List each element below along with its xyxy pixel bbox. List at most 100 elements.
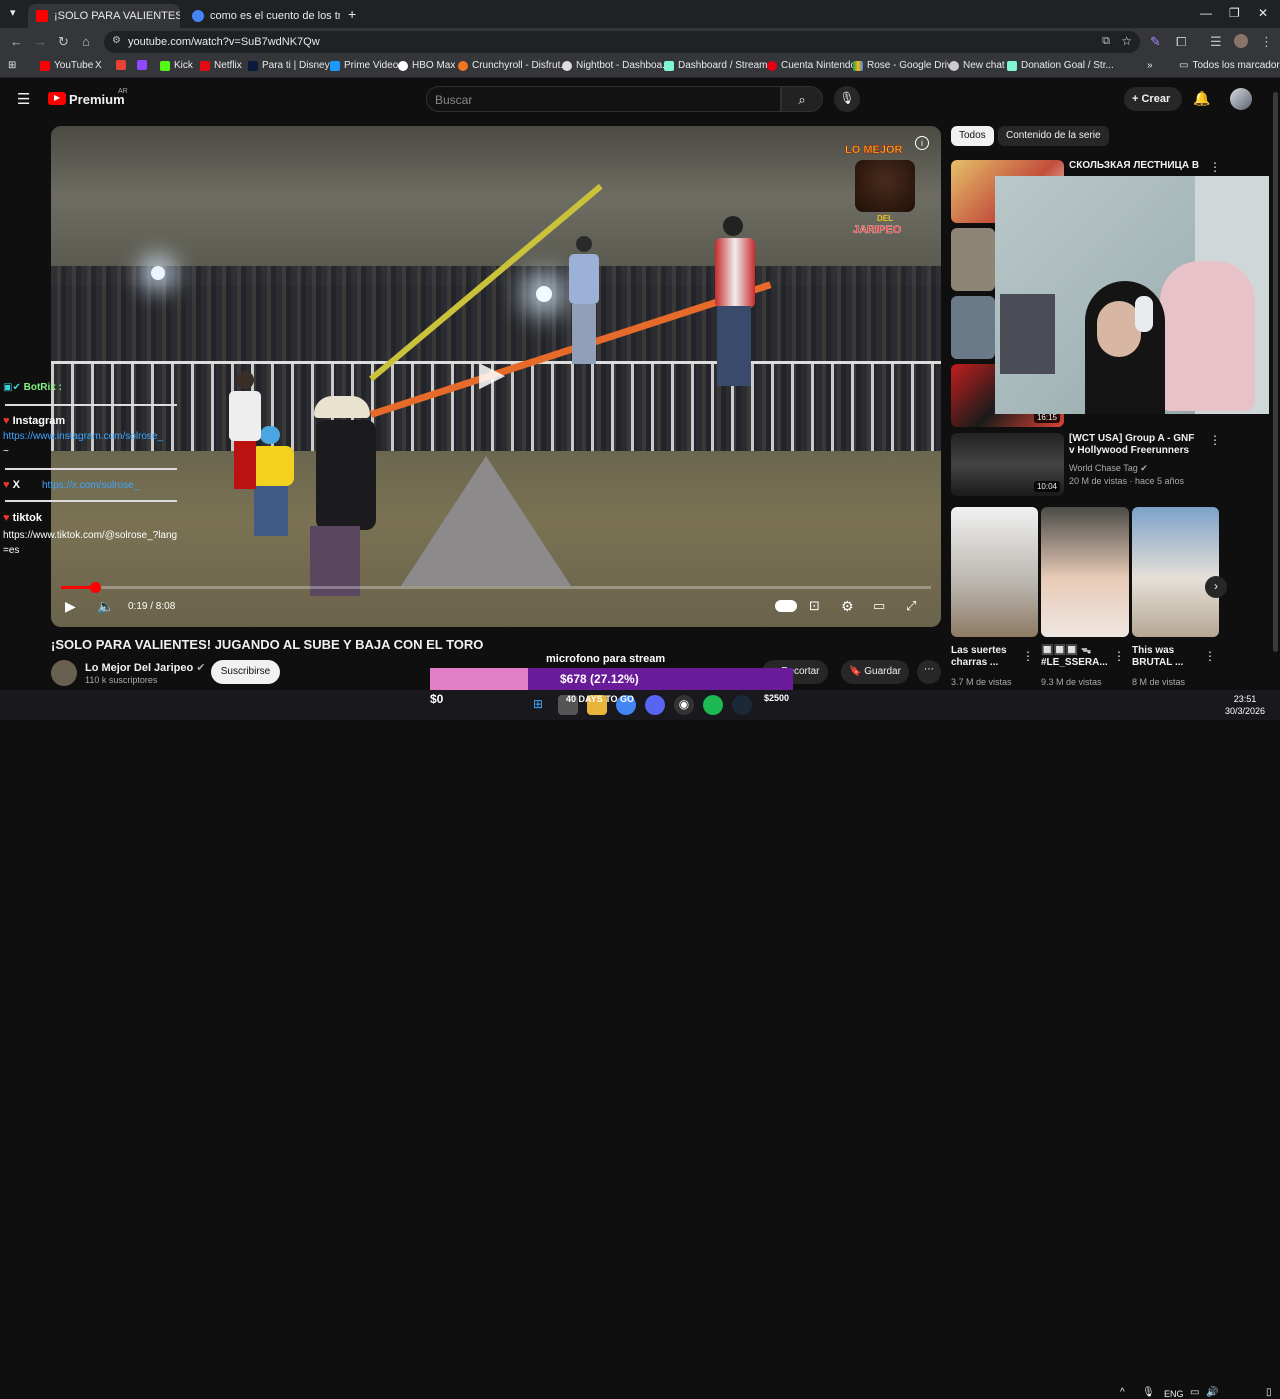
- more-vert-icon[interactable]: ⋮: [1113, 649, 1125, 663]
- back-icon[interactable]: ←: [10, 34, 23, 49]
- video-thumbnail[interactable]: 10:04: [951, 433, 1064, 496]
- center-play-icon[interactable]: ▶: [479, 354, 505, 394]
- volume-icon[interactable]: 🔈: [97, 598, 114, 615]
- bookmark-disney[interactable]: Para ti | Disney+: [248, 60, 335, 71]
- account-avatar[interactable]: [1230, 88, 1252, 110]
- search-button[interactable]: ⌕: [781, 86, 823, 112]
- fullscreen-icon[interactable]: ⤢: [906, 598, 916, 614]
- video-title-sidebar[interactable]: [WCT USA] Group A - GNF v Hollywood Free…: [1069, 433, 1199, 457]
- save-button[interactable]: 🔖 Guardar: [841, 660, 909, 684]
- chat-link-x[interactable]: https://x.com/solrose_: [42, 480, 139, 491]
- bookmark-prime-video[interactable]: Prime Video: [330, 60, 398, 71]
- forward-icon[interactable]: →: [34, 34, 47, 49]
- more-vert-icon[interactable]: ⋮: [1022, 649, 1034, 663]
- more-bookmarks-icon[interactable]: »: [1147, 60, 1153, 71]
- search-placeholder: Buscar: [435, 93, 473, 107]
- settings-gear-icon[interactable]: ⚙: [841, 598, 854, 615]
- steam-icon[interactable]: [732, 695, 752, 715]
- address-bar[interactable]: ⚙ youtube.com/watch?v=SuB7wdNK7Qw ⧉ ☆: [104, 31, 1140, 53]
- tray-chevron-icon[interactable]: ^: [1120, 1387, 1125, 1398]
- bookmark-x[interactable]: X: [95, 60, 102, 71]
- play-icon[interactable]: ▶: [65, 598, 76, 615]
- windows-start-icon[interactable]: ⊞: [528, 695, 548, 715]
- apps-grid-icon[interactable]: ⊞: [8, 60, 16, 71]
- install-app-icon[interactable]: ⧉: [1102, 35, 1110, 48]
- channel-name[interactable]: Lo Mejor Del Jaripeo ✔: [85, 661, 205, 674]
- minimize-icon[interactable]: —: [1200, 6, 1212, 20]
- chip-all[interactable]: Todos: [951, 126, 994, 146]
- bookmark-new-chat[interactable]: New chat: [949, 60, 1005, 71]
- next-arrow-icon[interactable]: ›: [1205, 576, 1227, 598]
- page-scrollbar[interactable]: [1273, 92, 1278, 652]
- extensions-icon[interactable]: ⧠: [1176, 34, 1186, 50]
- info-icon[interactable]: i: [915, 136, 929, 150]
- subscribe-button[interactable]: Suscribirse: [211, 660, 280, 684]
- bookmark-hbo-max[interactable]: HBO Max: [398, 60, 455, 71]
- progress-bar[interactable]: [61, 582, 931, 593]
- more-vert-icon[interactable]: ⋮: [1204, 649, 1216, 663]
- bookmark-netflix[interactable]: Netflix: [200, 60, 242, 71]
- create-button[interactable]: + Crear: [1124, 87, 1182, 111]
- miniplayer-icon[interactable]: ▭: [873, 598, 885, 614]
- home-icon[interactable]: ⌂: [82, 34, 90, 49]
- close-window-icon[interactable]: ✕: [1258, 6, 1268, 20]
- tab-groups-icon[interactable]: ☰: [1210, 34, 1222, 50]
- tab-google-search[interactable]: como es el cuento de los tres c ✕: [184, 4, 340, 28]
- video-title-sidebar[interactable]: СКОЛЬЗКАЯ ЛЕСТНИЦА В: [1069, 160, 1199, 172]
- browser-menu-icon[interactable]: ⋮: [1260, 34, 1273, 50]
- progress-scrubber[interactable]: [89, 582, 101, 593]
- bookmark-crunchyroll[interactable]: Crunchyroll - Disfrut...: [458, 60, 569, 71]
- bookmark-nintendo[interactable]: Cuenta Nintendo: [767, 60, 856, 71]
- voice-search-button[interactable]: 🎙: [834, 86, 860, 112]
- bookmark-donation-goal[interactable]: Donation Goal / Str...: [1007, 60, 1114, 71]
- hamburger-menu-icon[interactable]: ☰: [17, 90, 30, 108]
- profile-avatar[interactable]: [1234, 34, 1248, 48]
- short-thumbnail[interactable]: [1132, 507, 1219, 637]
- short-title[interactable]: This was BRUTAL ...: [1132, 645, 1204, 669]
- speaker-icon[interactable]: 🔊: [1206, 1387, 1218, 1398]
- channel-name-sidebar[interactable]: World Chase Tag ✔: [1069, 462, 1148, 474]
- all-bookmarks[interactable]: ▭Todos los marcadores: [1179, 60, 1280, 71]
- bookmark-nightbot[interactable]: Nightbot - Dashboa...: [562, 60, 671, 71]
- restore-icon[interactable]: ❐: [1229, 6, 1240, 20]
- tab-youtube-video[interactable]: ¡SOLO PARA VALIENTES! JUGAN ✕: [28, 4, 180, 28]
- video-thumbnail[interactable]: [951, 228, 995, 291]
- chat-link-tiktok[interactable]: https://www.tiktok.com/@solrose_?lang=es: [3, 528, 181, 558]
- notification-icon[interactable]: ▯: [1266, 1387, 1272, 1398]
- short-thumbnail[interactable]: [951, 507, 1038, 637]
- extension-pen-icon[interactable]: ✎: [1150, 34, 1161, 50]
- obs-icon[interactable]: ◉: [674, 695, 694, 715]
- subtitles-icon[interactable]: ⊡: [809, 598, 820, 614]
- short-title[interactable]: 🔲🔲🔲 ᯓ #LE_SSERA...: [1041, 645, 1113, 669]
- chip-series-content[interactable]: Contenido de la serie: [998, 126, 1109, 146]
- bookmark-gmail[interactable]: [116, 60, 130, 70]
- search-input[interactable]: Buscar: [426, 86, 781, 112]
- video-thumbnail[interactable]: [951, 296, 995, 359]
- autoplay-toggle[interactable]: [775, 600, 797, 612]
- site-info-icon[interactable]: ⚙: [112, 35, 121, 46]
- tray-mic-icon[interactable]: 🎙: [1142, 1387, 1155, 1398]
- short-thumbnail[interactable]: [1041, 507, 1129, 637]
- chat-link-instagram[interactable]: https://www.instagram.com/solrose_: [3, 431, 163, 442]
- more-actions-button[interactable]: ⋯: [917, 660, 941, 684]
- system-clock[interactable]: 23:51 30/3/2026: [1225, 693, 1265, 717]
- short-title[interactable]: Las suertes charras ...: [951, 645, 1023, 669]
- language-indicator[interactable]: ENG: [1164, 1389, 1184, 1399]
- bookmark-kick[interactable]: Kick: [160, 60, 193, 71]
- bookmark-streamlabs[interactable]: Dashboard / Stream...: [664, 60, 776, 71]
- new-tab-icon[interactable]: +: [348, 6, 356, 22]
- notifications-bell-icon[interactable]: 🔔: [1193, 90, 1210, 107]
- bookmark-star-icon[interactable]: ☆: [1121, 34, 1132, 48]
- bookmark-twitch[interactable]: [137, 60, 151, 70]
- more-vert-icon[interactable]: ⋮: [1209, 160, 1221, 174]
- more-vert-icon[interactable]: ⋮: [1209, 433, 1221, 447]
- tab-search-icon[interactable]: ▾: [10, 6, 16, 19]
- bookmark-google-drive[interactable]: Rose - Google Drive: [853, 60, 958, 71]
- discord-icon[interactable]: [645, 695, 665, 715]
- bookmark-youtube[interactable]: YouTube: [40, 60, 93, 71]
- channel-avatar[interactable]: [51, 660, 77, 686]
- monitor-icon[interactable]: ▭: [1190, 1387, 1199, 1398]
- reload-icon[interactable]: ↻: [58, 34, 69, 50]
- video-player[interactable]: LO MEJOR DEL JARIPEO i ▶ ▶ 🔈 0:19 / 8:08…: [51, 126, 941, 627]
- spotify-icon[interactable]: [703, 695, 723, 715]
